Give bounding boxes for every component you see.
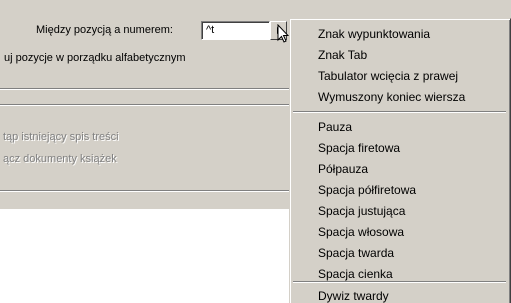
menu-item-nonbreaking-space[interactable]: Spacja twarda <box>318 246 394 260</box>
menu-item-en-dash[interactable]: Półpauza <box>318 162 368 176</box>
mouse-pointer-icon <box>277 24 289 43</box>
menu-item-em-dash[interactable]: Pauza <box>318 120 352 134</box>
menu-item-em-space[interactable]: Spacja firetowa <box>318 141 400 155</box>
menu-item-justify-space[interactable]: Spacja justująca <box>318 204 405 218</box>
menu-item-bullet[interactable]: Znak wypunktowania <box>318 27 430 41</box>
menu-item-thin-space[interactable]: Spacja cienka <box>318 267 393 281</box>
position-input-value: ^t <box>206 24 215 36</box>
menu-item-en-space[interactable]: Spacja półfiretowa <box>318 183 416 197</box>
menu-separator <box>293 111 506 113</box>
position-input[interactable]: ^t <box>201 21 270 40</box>
special-characters-menu: Znak wypunktowania Znak Tab Tabulator wc… <box>289 18 511 303</box>
menu-separator <box>293 281 506 283</box>
sort-alphabetically-label[interactable]: uj pozycje w porządku alfabetycznym <box>4 52 186 64</box>
menu-item-line-break[interactable]: Wymuszony koniec wiersza <box>318 90 465 104</box>
menu-item-hair-space[interactable]: Spacja włosowa <box>318 225 404 239</box>
menu-item-right-tab[interactable]: Tabulator wcięcia z prawej <box>318 69 458 83</box>
merge-books-label: ącz dokumenty książek <box>3 153 117 165</box>
replace-toc-label: tąp istniejący spis treści <box>3 131 119 143</box>
position-label: Między pozycją a numerem: <box>36 24 173 36</box>
menu-item-tab[interactable]: Znak Tab <box>318 48 367 62</box>
menu-item-nonbreaking-hyphen[interactable]: Dywiz twardy <box>318 289 389 303</box>
